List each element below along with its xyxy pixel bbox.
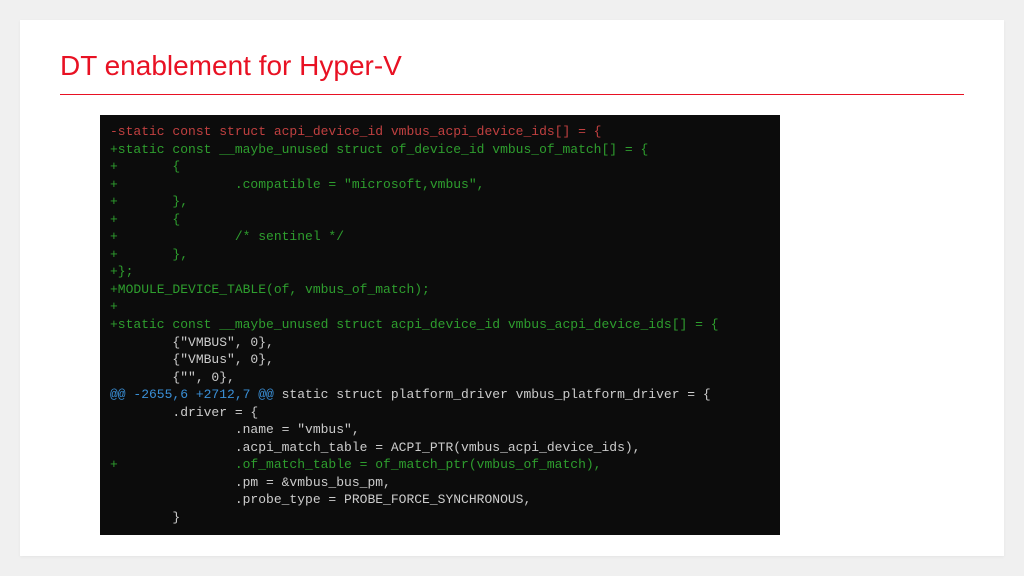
diff-line: +static const __maybe_unused struct of_d… — [110, 141, 770, 159]
diff-line: + — [110, 298, 770, 316]
diff-line: +MODULE_DEVICE_TABLE(of, vmbus_of_match)… — [110, 281, 770, 299]
diff-line: .name = "vmbus", — [110, 421, 770, 439]
diff-line: @@ -2655,6 +2712,7 @@ static struct plat… — [110, 386, 770, 404]
diff-line: {"VMBus", 0}, — [110, 351, 770, 369]
diff-line: } — [110, 509, 770, 527]
diff-line: {"", 0}, — [110, 369, 770, 387]
diff-line: {"VMBUS", 0}, — [110, 334, 770, 352]
slide-title: DT enablement for Hyper-V — [60, 50, 964, 95]
slide: DT enablement for Hyper-V -static const … — [20, 20, 1004, 556]
diff-line: -static const struct acpi_device_id vmbu… — [110, 123, 770, 141]
diff-line: + }, — [110, 193, 770, 211]
diff-line: +static const __maybe_unused struct acpi… — [110, 316, 770, 334]
diff-line: + }, — [110, 246, 770, 264]
diff-line: .probe_type = PROBE_FORCE_SYNCHRONOUS, — [110, 491, 770, 509]
diff-line: + .of_match_table = of_match_ptr(vmbus_o… — [110, 456, 770, 474]
diff-line: +}; — [110, 263, 770, 281]
diff-line: + { — [110, 211, 770, 229]
diff-line: .acpi_match_table = ACPI_PTR(vmbus_acpi_… — [110, 439, 770, 457]
diff-line: .driver = { — [110, 404, 770, 422]
diff-line: .pm = &vmbus_bus_pm, — [110, 474, 770, 492]
diff-line: + .compatible = "microsoft,vmbus", — [110, 176, 770, 194]
diff-line: + /* sentinel */ — [110, 228, 770, 246]
diff-line: + { — [110, 158, 770, 176]
code-diff-block: -static const struct acpi_device_id vmbu… — [100, 115, 780, 535]
